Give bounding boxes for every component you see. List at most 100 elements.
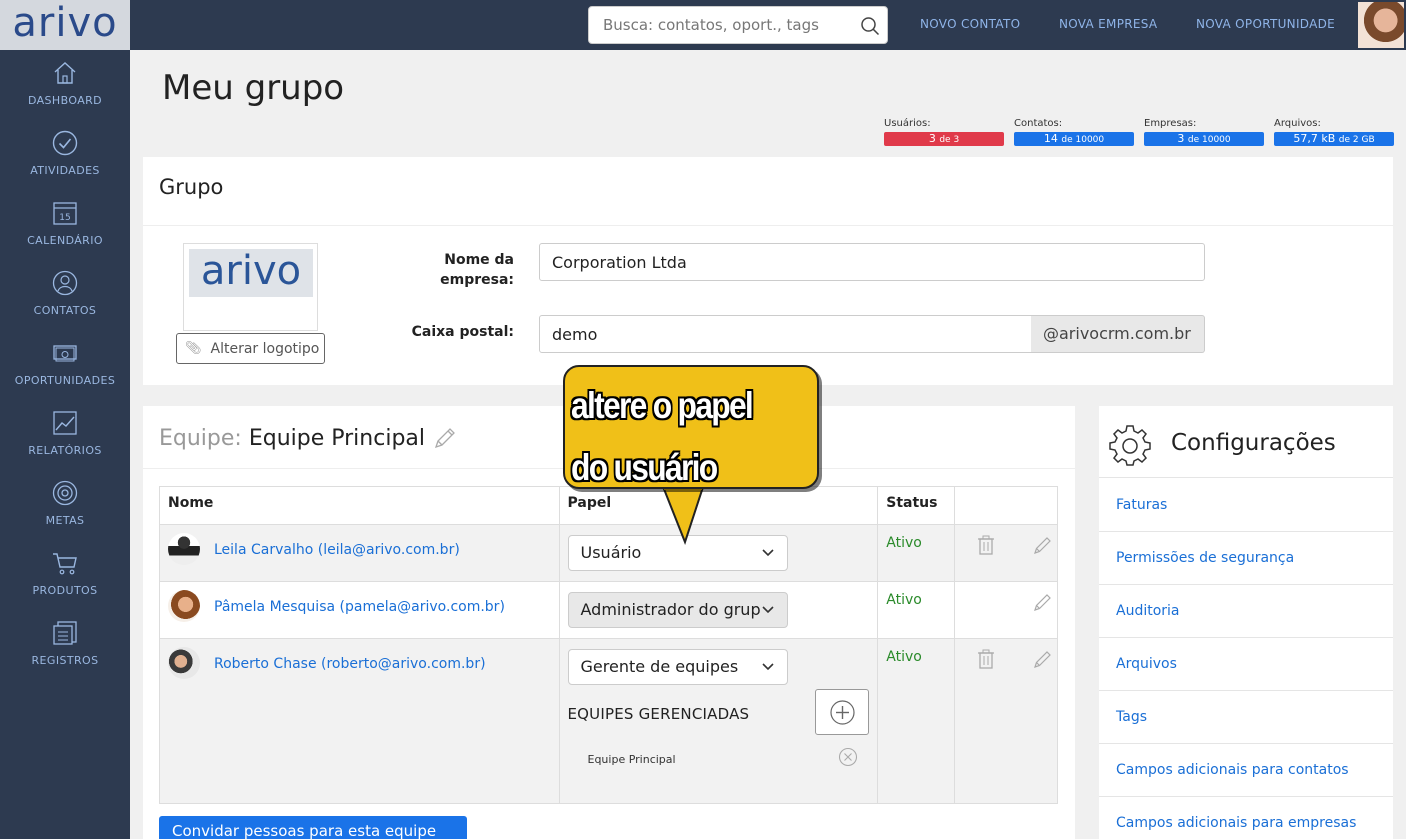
sidebar-item-label: RELATÓRIOS (28, 444, 102, 457)
group-panel: Grupo arivo 📎︎ Alterar logotipo Nome da e… (143, 157, 1393, 385)
search-box[interactable] (588, 6, 888, 44)
company-logo-text: arivo (200, 248, 302, 294)
member-name-link[interactable]: Roberto Chase (roberto@arivo.com.br) (214, 656, 486, 672)
settings-link-audit[interactable]: Auditoria (1099, 585, 1393, 638)
members-table: Nome Papel Status Leila Carvalho (leila@… (159, 486, 1058, 804)
change-logo-button[interactable]: 📎︎ Alterar logotipo (176, 333, 325, 364)
stat-label: Contatos: (1014, 118, 1063, 129)
settings-link-files[interactable]: Arquivos (1099, 638, 1393, 691)
sidebar-item-label: CALENDÁRIO (27, 234, 103, 247)
stat-bar: 57,7 kB de 2 GB (1274, 132, 1394, 146)
company-name-input[interactable] (539, 243, 1205, 281)
table-row: Leila Carvalho (leila@arivo.com.br) Usuá… (159, 524, 1058, 582)
sidebar-item-label: REGISTROS (31, 654, 99, 667)
sidebar: DASHBOARD ATIVIDADES 15 CALENDÁRIO CONTA… (0, 50, 130, 839)
settings-panel: Configurações Faturas Permissões de segu… (1099, 406, 1393, 839)
settings-link-security-permissions[interactable]: Permissões de segurança (1099, 532, 1393, 585)
mailbox-input[interactable] (539, 315, 1032, 353)
member-name-link[interactable]: Leila Carvalho (leila@arivo.com.br) (214, 542, 460, 558)
sidebar-item-contacts[interactable]: CONTATOS (0, 260, 130, 330)
company-logo: arivo (189, 249, 313, 297)
role-select-value: Administrador do grupo (580, 600, 771, 619)
edit-icon[interactable] (1033, 649, 1053, 669)
add-managed-team-button[interactable] (814, 689, 869, 735)
company-name-label: Nome da empresa: (413, 250, 514, 290)
invite-people-button[interactable]: Convidar pessoas para esta equipe (159, 816, 467, 839)
sidebar-item-records[interactable]: REGISTROS (0, 610, 130, 680)
table-row: Roberto Chase (roberto@arivo.com.br) Ger… (159, 638, 1058, 804)
stat-value: 3 (928, 132, 936, 145)
role-select: Administrador do grupo (567, 592, 788, 628)
sidebar-item-label: DASHBOARD (27, 94, 103, 107)
change-logo-label: Alterar logotipo (210, 340, 320, 357)
sidebar-item-label: METAS (45, 514, 85, 527)
stat-label: Usuários: (884, 118, 931, 129)
settings-link-company-fields[interactable]: Campos adicionais para empresas (1099, 797, 1393, 839)
member-name-link[interactable]: Pâmela Mesquisa (pamela@arivo.com.br) (214, 599, 505, 615)
column-header-status: Status (877, 486, 956, 525)
sidebar-item-label: CONTATOS (33, 304, 97, 317)
search-icon[interactable] (860, 16, 880, 36)
stat-suffix: de 3 (939, 135, 960, 145)
callout-line-2: do usuário (571, 447, 718, 488)
new-company-link[interactable]: NOVA EMPRESA (1059, 17, 1157, 31)
stat-contacts: Contatos: 14 de 10000 (1014, 118, 1134, 146)
avatar (168, 533, 200, 565)
remove-circle-icon[interactable] (838, 747, 858, 767)
sidebar-item-label: OPORTUNIDADES (14, 374, 116, 387)
team-name: Equipe Principal (248, 426, 426, 451)
managed-teams-section: EQUIPES GERENCIADAS (568, 689, 870, 735)
user-avatar[interactable] (1358, 2, 1404, 48)
settings-link-tags[interactable]: Tags (1099, 691, 1393, 744)
sidebar-item-products[interactable]: PRODUTOS (0, 540, 130, 610)
app-logo[interactable]: arivo (0, 0, 130, 50)
new-contact-link[interactable]: NOVO CONTATO (920, 17, 1020, 31)
stat-value: 14 (1043, 132, 1058, 145)
trash-icon[interactable] (977, 649, 995, 669)
search-input[interactable] (589, 7, 844, 43)
settings-link-contact-fields[interactable]: Campos adicionais para contatos (1099, 744, 1393, 797)
calendar-day: 15 (59, 213, 70, 223)
sidebar-item-activities[interactable]: ATIVIDADES (0, 120, 130, 190)
stat-value: 3 (1177, 132, 1185, 145)
sidebar-item-label: ATIVIDADES (30, 164, 100, 177)
new-opportunity-link[interactable]: NOVA OPORTUNIDADE (1196, 17, 1335, 31)
sidebar-item-calendar[interactable]: 15 CALENDÁRIO (0, 190, 130, 260)
stat-suffix: de 10000 (1061, 135, 1105, 145)
managed-team-item: Equipe Principal (568, 747, 870, 767)
stat-files: Arquivos: 57,7 kB de 2 GB (1274, 118, 1394, 146)
edit-icon[interactable] (1033, 535, 1053, 555)
chart-icon (53, 411, 77, 435)
sidebar-item-opportunities[interactable]: OPORTUNIDADES (0, 330, 130, 400)
group-title: Grupo (159, 175, 224, 199)
stat-bar: 3 de 3 (884, 132, 1004, 146)
table-row: Pâmela Mesquisa (pamela@arivo.com.br) Ad… (159, 581, 1058, 639)
settings-title: Configurações (1171, 430, 1336, 456)
sidebar-item-reports[interactable]: RELATÓRIOS (0, 400, 130, 470)
role-select-value: Gerente de equipes (580, 657, 739, 676)
check-circle-icon (52, 130, 78, 156)
stat-bar: 14 de 10000 (1014, 132, 1134, 146)
chevron-down-icon (761, 549, 774, 557)
company-name-label-line1: Nome da (444, 252, 514, 268)
column-header-name: Nome (159, 486, 560, 525)
team-prefix: Equipe: (159, 426, 242, 451)
cart-icon (53, 553, 77, 575)
company-name-label-line2: empresa: (440, 272, 514, 288)
stat-companies: Empresas: 3 de 10000 (1144, 118, 1264, 146)
team-title: Equipe: Equipe Principal (159, 426, 455, 451)
sidebar-item-goals[interactable]: METAS (0, 470, 130, 540)
money-icon (53, 345, 77, 362)
trash-icon[interactable] (977, 535, 995, 555)
chevron-down-icon (761, 663, 774, 671)
column-header-actions (954, 486, 1058, 525)
stat-suffix: de 10000 (1187, 135, 1231, 145)
edit-team-icon[interactable] (431, 426, 457, 452)
edit-icon[interactable] (1033, 592, 1053, 612)
role-select[interactable]: Gerente de equipes (567, 649, 788, 685)
top-bar: arivo NOVO CONTATO NOVA EMPRESA NOVA OPO… (0, 0, 1406, 50)
sidebar-item-dashboard[interactable]: DASHBOARD (0, 50, 130, 120)
paperclip-icon: 📎︎ (185, 341, 202, 356)
settings-link-invoices[interactable]: Faturas (1099, 479, 1393, 532)
mailbox-label: Caixa postal: (411, 324, 514, 340)
